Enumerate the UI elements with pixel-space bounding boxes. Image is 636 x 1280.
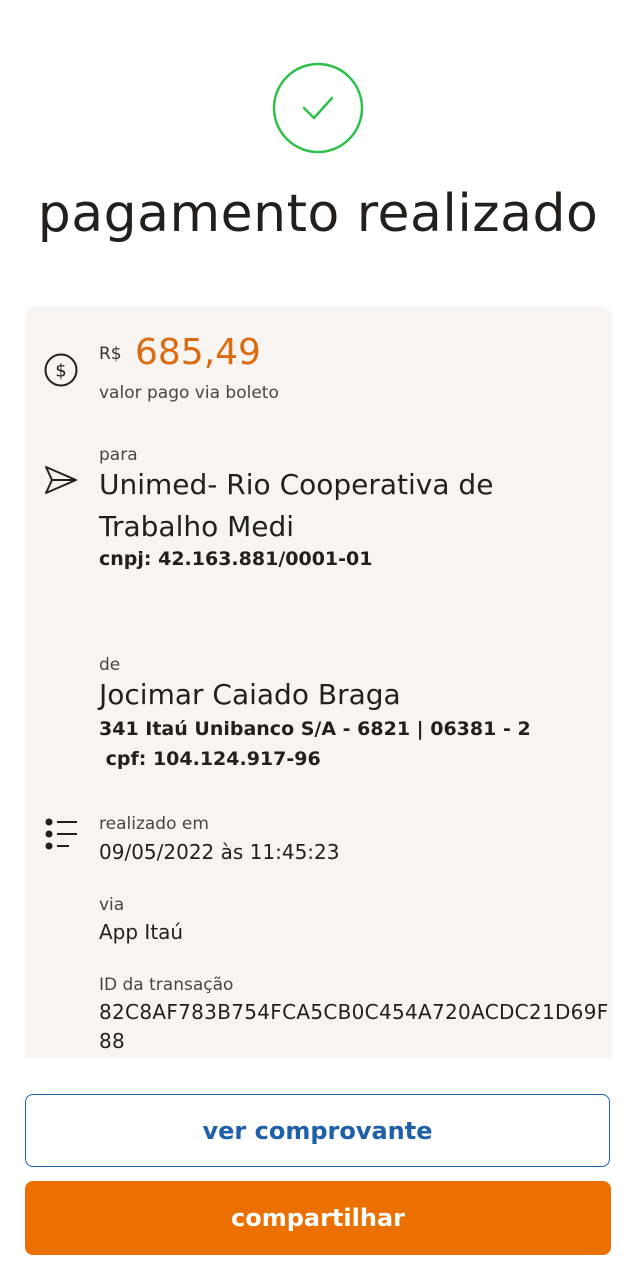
payer-label: de: [99, 655, 121, 675]
recipient-name: Unimed- Rio Cooperativa de Trabalho Medi: [99, 468, 494, 543]
dollar-circle-icon: $: [43, 352, 79, 392]
date-value: 09/05/2022 às 11:45:23: [99, 840, 340, 864]
payer-cpf: cpf: 104.124.917-96: [99, 748, 321, 770]
transaction-id-value: 82C8AF783B754FCA5CB0C454A720ACDC21D69F88: [99, 1000, 609, 1053]
page-title: pagamento realizado: [37, 184, 599, 244]
channel-label: via: [99, 895, 125, 915]
send-arrow-icon: [43, 462, 79, 502]
payer-bank-account: 341 Itaú Unibanco S/A - 6821 | 06381 - 2: [99, 718, 531, 740]
recipient-cnpj: cnpj: 42.163.881/0001-01: [99, 548, 373, 570]
list-icon: [43, 816, 79, 856]
payer-name: Jocimar Caiado Braga: [99, 678, 401, 711]
date-label: realizado em: [99, 814, 209, 834]
currency-symbol: R$: [99, 344, 122, 364]
svg-text:$: $: [55, 361, 66, 382]
share-button[interactable]: compartilhar: [25, 1181, 611, 1255]
payment-details-card: $ R$ 685,49 valor pago via boleto para U…: [25, 306, 612, 1058]
view-receipt-button[interactable]: ver comprovante: [25, 1094, 610, 1167]
transaction-id-label: ID da transação: [99, 975, 234, 995]
payment-amount: 685,49: [135, 332, 261, 373]
channel-value: App Itaú: [99, 920, 184, 944]
check-circle-icon: [272, 62, 364, 154]
recipient-label: para: [99, 445, 138, 465]
amount-label: valor pago via boleto: [99, 383, 279, 403]
